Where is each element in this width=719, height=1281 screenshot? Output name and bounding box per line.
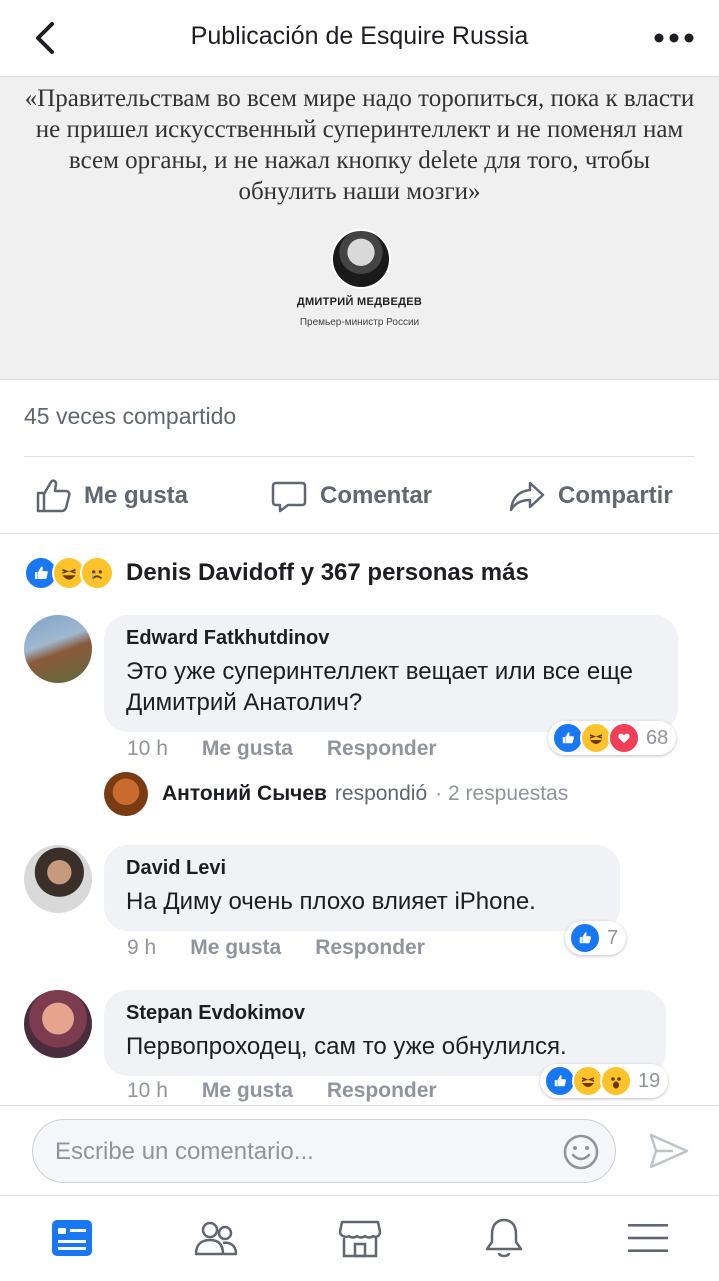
comment-reply-link[interactable]: Responder — [327, 737, 437, 761]
like-button[interactable]: Me gusta — [34, 470, 188, 522]
comment-text: На Диму очень плохо влияет iPhone. — [126, 888, 536, 915]
comment-author[interactable]: Edward Fatkhutdinov — [126, 627, 656, 650]
divider — [24, 456, 695, 457]
tab-notifications[interactable] — [478, 1212, 530, 1264]
reaction-count: 68 — [646, 726, 669, 749]
author-portrait — [331, 229, 391, 289]
comment-author[interactable]: David Levi — [126, 857, 598, 880]
comment-composer: Escribe un comentario... — [0, 1105, 719, 1196]
comment-time[interactable]: 9 h — [127, 936, 156, 960]
avatar[interactable] — [24, 615, 92, 683]
comment-like-link[interactable]: Me gusta — [202, 737, 293, 761]
tab-marketplace[interactable] — [334, 1212, 386, 1264]
comment-text: Это уже суперинтеллект вещает или все ещ… — [126, 658, 634, 716]
emoji-button[interactable] — [561, 1132, 601, 1172]
post-actions: Me gusta Comentar Compartir — [0, 470, 719, 522]
comment-reactions-badge[interactable]: 7 — [565, 921, 627, 955]
comment-meta: 10 h Me gusta Responder — [127, 1079, 437, 1103]
reactions-summary[interactable]: Denis Davidoff y 367 personas más — [24, 556, 529, 590]
page-title: Publicación de Esquire Russia — [190, 22, 529, 50]
share-button[interactable]: Compartir — [508, 470, 673, 522]
share-arrow-icon — [509, 481, 545, 512]
quote-author: ДМИТРИЙ МЕДВЕДЕВ — [296, 296, 423, 308]
comment-bubble[interactable]: David Levi На Диму очень плохо влияет iP… — [104, 845, 620, 931]
send-icon — [649, 1133, 689, 1169]
comment-reactions-badge[interactable]: 19 — [540, 1064, 669, 1098]
send-button[interactable] — [647, 1131, 691, 1171]
comment-input-placeholder: Escribe un comentario... — [55, 1138, 314, 1165]
love-reaction-icon — [608, 722, 640, 754]
comment-bubble[interactable]: Edward Fatkhutdinov Это уже суперинтелле… — [104, 615, 678, 732]
quote-author-role: Премьер-министр России — [299, 317, 420, 328]
menu-icon — [628, 1224, 668, 1252]
replies-preview[interactable]: Антоний Сычев respondió · 2 respuestas — [104, 772, 568, 816]
like-reaction-icon — [569, 922, 601, 954]
wow-reaction-icon — [600, 1065, 632, 1097]
like-label: Me gusta — [84, 482, 189, 509]
friends-icon — [194, 1221, 238, 1256]
avatar[interactable] — [104, 772, 148, 816]
marketplace-icon — [338, 1220, 382, 1258]
comment-reply-link[interactable]: Responder — [315, 936, 425, 960]
comment-icon — [271, 481, 307, 513]
more-horizontal-icon — [654, 33, 694, 43]
tab-menu[interactable] — [622, 1212, 674, 1264]
reactions-summary-text: Denis Davidoff y 367 personas más — [126, 559, 529, 586]
reply-author[interactable]: Антоний Сычев — [162, 782, 327, 806]
comment-author[interactable]: Stepan Evdokimov — [126, 1002, 644, 1025]
comment-time[interactable]: 10 h — [127, 1079, 168, 1103]
reaction-count: 7 — [607, 926, 619, 949]
top-bar: Publicación de Esquire Russia — [0, 0, 719, 77]
bottom-tab-bar — [0, 1195, 719, 1281]
comment-text: Первопроходец, сам то уже обнулился. — [126, 1033, 567, 1060]
notifications-icon — [485, 1218, 523, 1258]
share-label: Compartir — [558, 482, 673, 509]
comment-like-link[interactable]: Me gusta — [202, 1079, 293, 1103]
reply-count[interactable]: · 2 respuestas — [435, 782, 568, 806]
news-feed-icon — [52, 1220, 92, 1256]
comment-button[interactable]: Comentar — [270, 470, 432, 522]
comment-time[interactable]: 10 h — [127, 737, 168, 761]
avatar[interactable] — [24, 845, 92, 913]
tab-news-feed[interactable] — [46, 1212, 98, 1264]
share-count[interactable]: 45 veces compartido — [24, 403, 236, 430]
divider — [0, 533, 719, 534]
sad-reaction-icon — [80, 556, 114, 590]
smiley-icon — [563, 1134, 599, 1170]
reaction-count: 19 — [638, 1069, 661, 1092]
reply-action: respondió — [334, 782, 428, 805]
comment-meta: 9 h Me gusta Responder — [127, 936, 425, 960]
comment-input[interactable]: Escribe un comentario... — [32, 1119, 616, 1183]
comment-meta: 10 h Me gusta Responder — [127, 737, 437, 761]
quote-text: «Правительствам во всем мире надо торопи… — [24, 85, 695, 205]
thumbs-up-icon — [36, 479, 71, 513]
tab-friends[interactable] — [190, 1212, 242, 1264]
comment-label: Comentar — [320, 482, 433, 509]
post-image[interactable]: «Правительствам во всем мире надо торопи… — [0, 77, 719, 380]
avatar[interactable] — [24, 990, 92, 1058]
comment-reactions-badge[interactable]: 68 — [548, 721, 677, 755]
reaction-icons — [24, 556, 114, 590]
comment-reply-link[interactable]: Responder — [327, 1079, 437, 1103]
more-button[interactable] — [653, 24, 695, 52]
comment-like-link[interactable]: Me gusta — [190, 936, 281, 960]
